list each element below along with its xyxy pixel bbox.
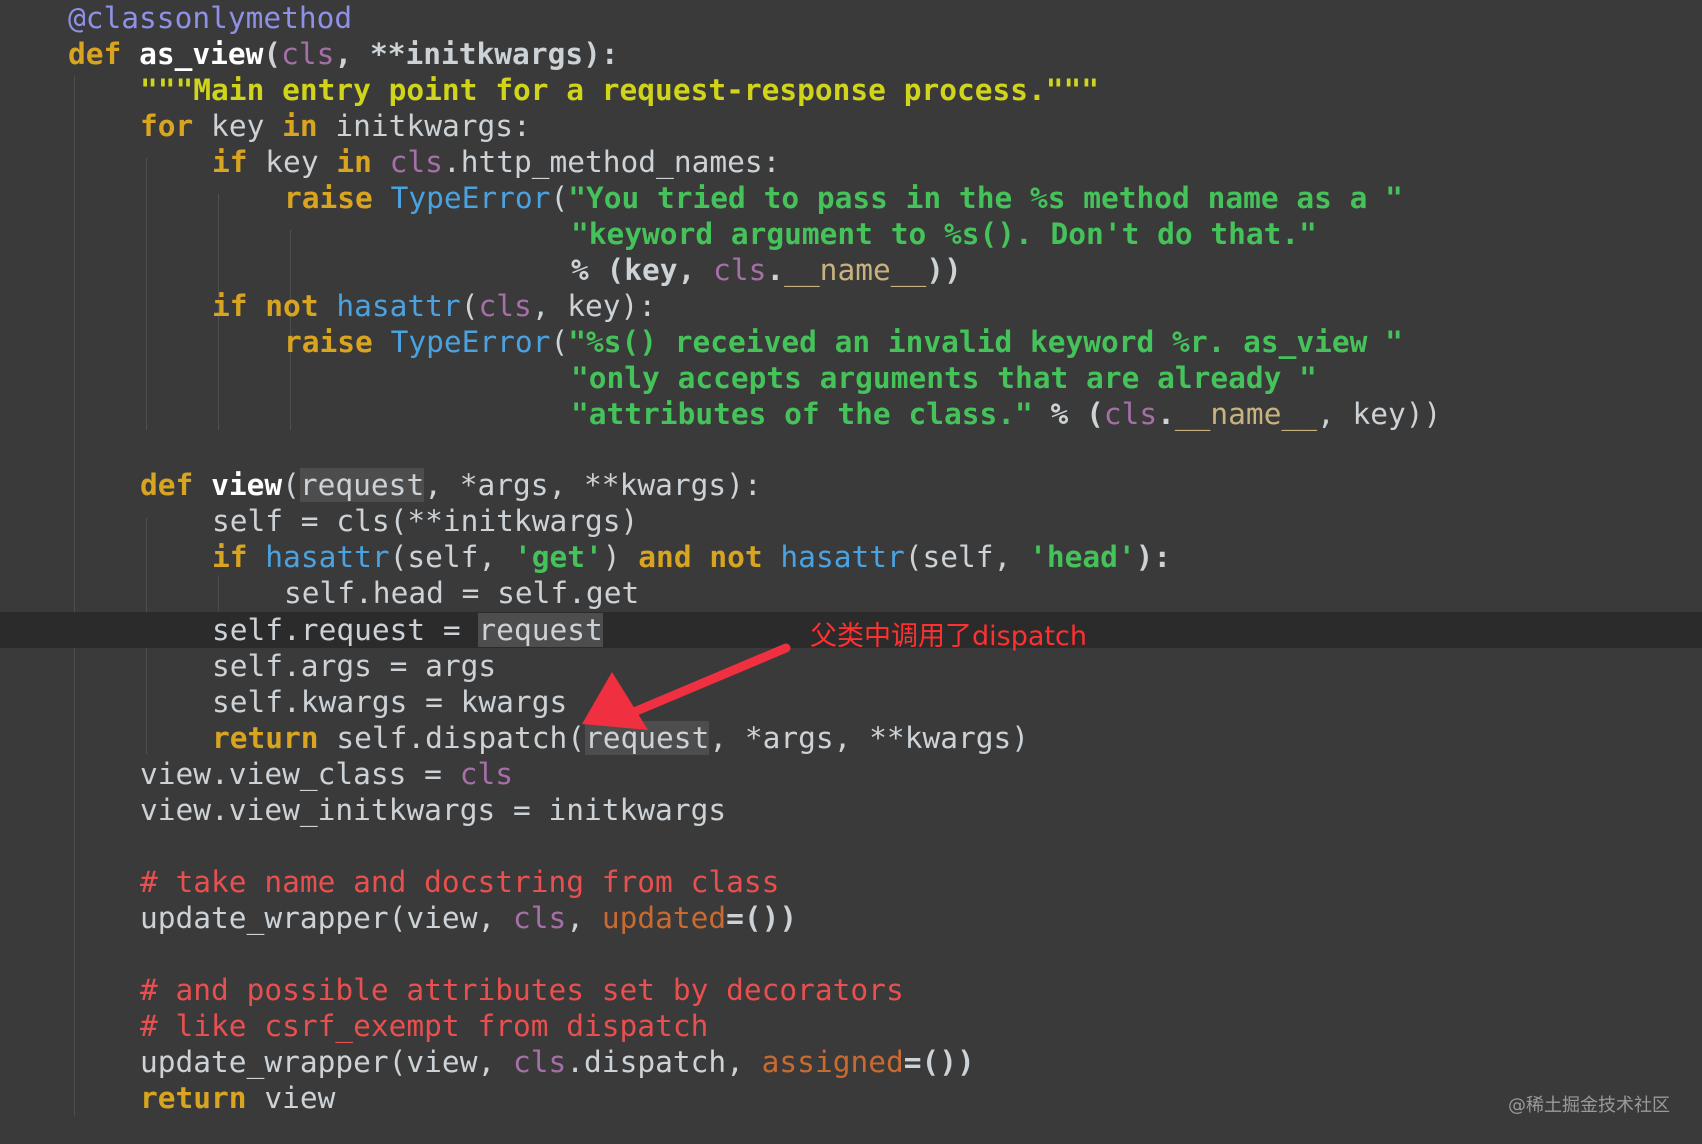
watermark: @稀土掘金技术社区 bbox=[1508, 1095, 1670, 1116]
code-editor[interactable]: @classonlymethod def as_view(cls, **init… bbox=[0, 0, 1702, 1144]
annotation-label: 父类中调用了dispatch bbox=[810, 621, 1087, 652]
annotation-arrow-icon bbox=[582, 643, 791, 730]
